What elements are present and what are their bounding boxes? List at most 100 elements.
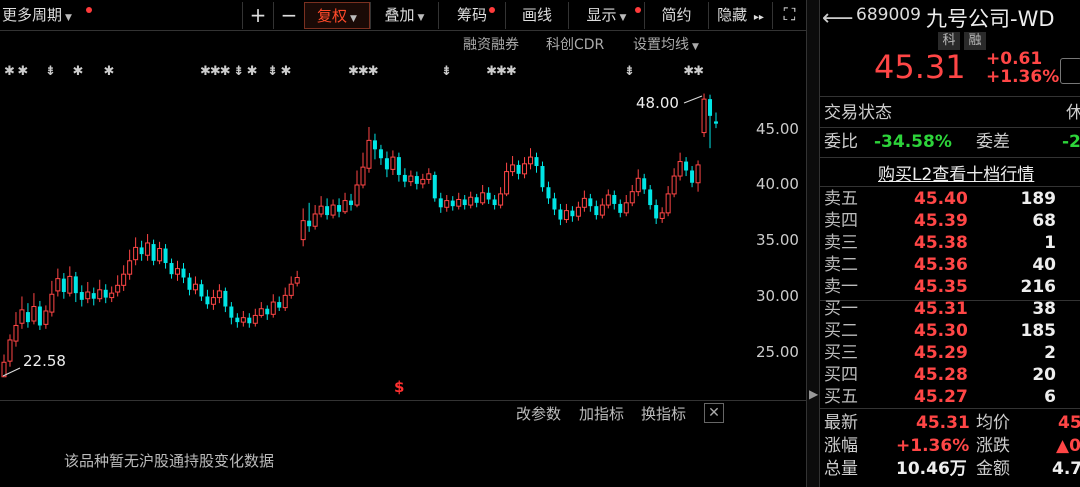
candle[interactable] [581, 190, 587, 212]
candle[interactable] [594, 200, 599, 220]
candle[interactable] [79, 285, 84, 307]
order-book-row[interactable]: 卖二 45.36 40 [820, 254, 1080, 277]
candle[interactable] [229, 302, 234, 325]
candle[interactable] [121, 265, 127, 291]
candle[interactable] [486, 187, 491, 204]
candle[interactable] [414, 171, 419, 190]
order-book-row[interactable]: 卖四 45.39 68 [820, 210, 1080, 233]
candle[interactable] [671, 168, 677, 198]
order-book-row[interactable]: 买三 45.29 2 [820, 342, 1080, 365]
candle[interactable] [563, 203, 569, 223]
order-book-row[interactable]: 买一 45.31 38 [820, 298, 1080, 321]
candle[interactable] [31, 293, 37, 325]
candle[interactable] [210, 289, 216, 310]
back-arrow-icon[interactable]: ⟵ [822, 6, 854, 31]
candle[interactable] [49, 280, 55, 317]
candle[interactable] [474, 193, 479, 208]
candle[interactable] [480, 184, 486, 206]
candle[interactable] [462, 195, 467, 210]
candle[interactable] [408, 170, 414, 187]
candle[interactable] [13, 312, 19, 347]
candle[interactable] [61, 273, 66, 299]
candle[interactable] [85, 281, 91, 304]
candle[interactable] [528, 148, 534, 170]
candle[interactable] [337, 198, 342, 218]
switch-indicator-button[interactable]: 换指标 [641, 402, 686, 426]
candle[interactable] [635, 169, 641, 197]
candle[interactable] [169, 258, 174, 279]
candle[interactable] [216, 284, 222, 304]
candle[interactable] [19, 296, 25, 329]
candle[interactable] [659, 207, 665, 223]
add-indicator-button[interactable]: 加指标 [579, 402, 624, 426]
candle[interactable] [139, 240, 144, 261]
candle[interactable] [265, 305, 270, 320]
candle[interactable] [618, 199, 623, 218]
candle[interactable] [695, 160, 701, 192]
candle[interactable] [277, 296, 282, 311]
candle[interactable] [366, 127, 372, 173]
candle[interactable] [432, 171, 437, 202]
candle[interactable] [623, 195, 629, 217]
candle[interactable] [73, 271, 78, 303]
candle[interactable] [390, 150, 396, 175]
candle[interactable] [492, 195, 497, 210]
candle[interactable] [223, 287, 228, 313]
candle[interactable] [175, 260, 181, 281]
change-params-button[interactable]: 改参数 [516, 402, 561, 426]
candle[interactable] [312, 205, 318, 230]
candle[interactable] [558, 203, 563, 226]
side-panel-toggle[interactable] [1060, 58, 1080, 84]
candle[interactable] [426, 168, 432, 184]
candle[interactable] [325, 198, 330, 220]
candle[interactable] [677, 152, 683, 181]
candle[interactable] [714, 112, 718, 129]
candle[interactable] [372, 133, 377, 160]
candle[interactable] [349, 193, 354, 211]
candle[interactable] [444, 195, 450, 212]
order-book-row[interactable]: 卖五 45.40 189 [820, 188, 1080, 211]
candle[interactable] [450, 196, 455, 211]
candle[interactable] [402, 168, 407, 188]
candle[interactable] [570, 206, 575, 222]
candlestick-chart[interactable] [0, 0, 806, 400]
candle[interactable] [690, 166, 695, 188]
candle[interactable] [97, 279, 103, 303]
candle[interactable] [252, 308, 258, 327]
kline-panel[interactable]: 更多周期 ▼ + − 复权 ▼ 叠加 ▼ 筹码 画线 显示 ▼ 简约 隐藏 ▸▸ ⛶ 融… [0, 0, 806, 487]
candle[interactable] [151, 239, 156, 266]
candle[interactable] [7, 334, 13, 367]
candle[interactable] [629, 184, 635, 207]
collapse-arrow-icon[interactable]: ▶ [809, 387, 818, 401]
candle[interactable] [522, 157, 528, 179]
candle[interactable] [103, 284, 108, 304]
candle[interactable] [43, 305, 49, 329]
order-book-row[interactable]: 卖三 45.38 1 [820, 232, 1080, 255]
candle[interactable] [205, 289, 210, 309]
candle[interactable] [133, 237, 139, 266]
candle[interactable] [199, 279, 204, 301]
candle[interactable] [384, 151, 389, 178]
candle[interactable] [55, 268, 61, 297]
candle[interactable] [498, 187, 504, 209]
candle[interactable] [665, 186, 671, 217]
candle[interactable] [605, 189, 611, 209]
candle[interactable] [270, 294, 276, 318]
candle[interactable] [708, 94, 713, 149]
candle[interactable] [468, 191, 474, 209]
candle[interactable] [396, 152, 401, 182]
candle[interactable] [288, 276, 294, 299]
candle[interactable] [504, 162, 510, 197]
candle[interactable] [247, 313, 252, 328]
candle[interactable] [330, 199, 336, 219]
candle[interactable] [546, 181, 551, 204]
candle[interactable] [342, 192, 348, 214]
candle[interactable] [701, 93, 707, 138]
candle[interactable] [157, 241, 163, 265]
candle[interactable] [534, 152, 539, 173]
candle[interactable] [575, 201, 581, 221]
candle[interactable] [642, 173, 647, 194]
candle[interactable] [235, 313, 240, 328]
candle[interactable] [240, 310, 246, 327]
candle[interactable] [163, 244, 168, 269]
